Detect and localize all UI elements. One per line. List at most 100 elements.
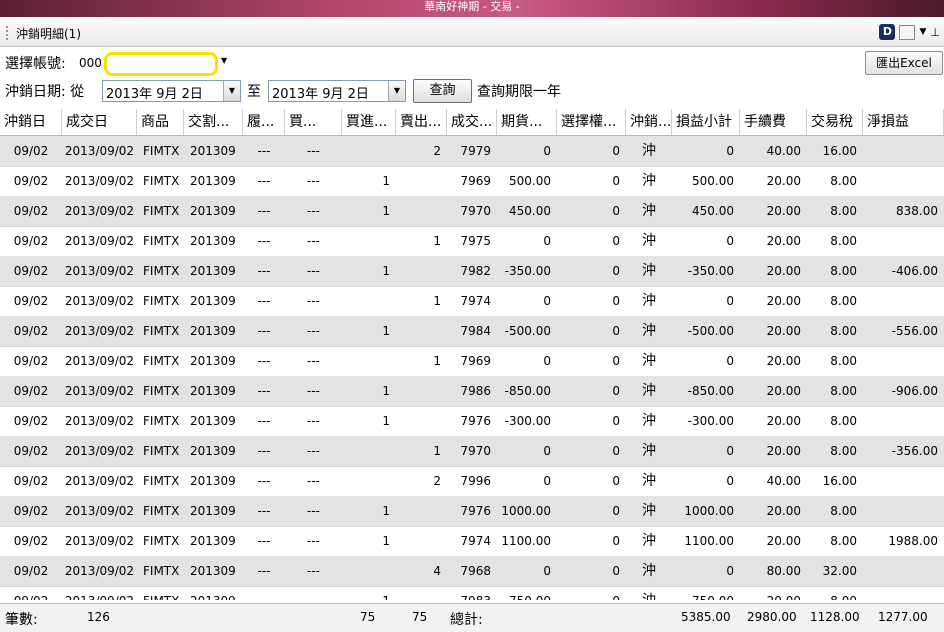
table-row[interactable]: 09/02 2013/09/02 FIMTX 201309 --- --- 1 7974 110…: [0, 526, 944, 557]
table-row[interactable]: 09/02 2013/09/02 FIMTX 201309 --- --- 1 7976 -30…: [0, 406, 944, 437]
column-header-fee[interactable]: 手續費: [740, 109, 807, 135]
cell-trade-date: 2013/09/02: [64, 444, 135, 458]
table-row[interactable]: 09/02 2013/09/02 FIMTX 201309 --- --- 1 7986 -85…: [0, 376, 944, 407]
account-highlight: [104, 52, 218, 76]
cell-option-pnl: 0: [557, 586, 626, 600]
export-excel-button[interactable]: 匯出Excel: [865, 51, 943, 75]
cell-net-pnl: -556.00: [891, 324, 938, 338]
cell-option-pnl: 0: [612, 144, 620, 158]
cell-buy-qty: 1: [382, 324, 390, 338]
account-select[interactable]: 000 ▼: [79, 52, 229, 76]
dropdown-arrow-icon[interactable]: ▼: [919, 27, 926, 37]
cell-buy-qty: 1: [382, 264, 390, 278]
query-button[interactable]: 查詢: [413, 79, 472, 103]
table-row[interactable]: 09/02 2013/09/02 FIMTX 201309 --- --- 2 7996 0 0 沖…: [0, 466, 944, 497]
cell-option-pnl: 0: [612, 504, 620, 518]
cell-trade-price: 7986: [460, 384, 491, 398]
drag-grip-icon[interactable]: [6, 26, 8, 40]
cell-fulfil: ---: [257, 564, 271, 578]
cell-delivery-month: 201309: [190, 444, 236, 458]
cell-offset-flag: 沖: [642, 143, 656, 159]
cell-tax: 8.00: [830, 174, 857, 188]
cell-futures-pnl: -500.00: [504, 324, 551, 338]
column-header-futures-pnl[interactable]: 期貨...: [497, 109, 557, 135]
cell-sell-qty: [396, 586, 447, 600]
cell-futures-pnl: 1100.00: [501, 534, 551, 548]
cell-buy-sell: ---: [307, 564, 320, 578]
column-header-settle-date[interactable]: 沖銷日: [0, 109, 62, 135]
cell-pnl-subtotal: 1100.00: [684, 534, 734, 548]
cell-tax: 8.00: [807, 586, 863, 600]
column-header-product[interactable]: 商品: [137, 109, 184, 135]
column-header-tax[interactable]: 交易稅: [807, 109, 863, 135]
cell-net-pnl: [863, 166, 944, 196]
column-header-sell-qty[interactable]: 賣出...: [396, 109, 447, 135]
column-header-buy-sell[interactable]: 買...: [285, 109, 342, 135]
cell-trade-date: 2013/09/02: [64, 324, 135, 338]
table-row[interactable]: 09/02 2013/09/02 FIMTX 201309 --- --- 1 7982 -35…: [0, 256, 944, 287]
date-to-picker[interactable]: 2013年 9月 2日 ▼: [268, 80, 406, 102]
table-row[interactable]: 09/02 2013/09/02 FIMTX 201309 --- --- 1 7984 -50…: [0, 316, 944, 347]
table-row[interactable]: 09/022013/09/02FIMTX201309------17983-75…: [0, 586, 944, 600]
cell-net-pnl: [863, 226, 944, 256]
cell-delivery-month: 201309: [184, 586, 243, 600]
cell-trade-price: 7996: [460, 474, 491, 488]
cell-product: FIMTX: [143, 564, 180, 578]
table-row[interactable]: 09/02 2013/09/02 FIMTX 201309 --- --- 1 7974 0 0 沖…: [0, 286, 944, 317]
table-row[interactable]: 09/02 2013/09/02 FIMTX 201309 --- --- 1 7969 500…: [0, 166, 944, 197]
cell-option-pnl: 0: [612, 324, 620, 338]
cell-sell-qty: [396, 376, 447, 406]
cell-fee: 20.00: [766, 264, 801, 278]
cell-tax: 8.00: [830, 414, 857, 428]
cell-offset-flag: 沖: [642, 563, 656, 579]
cell-delivery-month: 201309: [190, 504, 236, 518]
account-dropdown-icon[interactable]: ▼: [221, 56, 227, 65]
panel-header: 沖銷明細(1) D ▼ ⊥: [0, 20, 944, 47]
cell-fulfil: ---: [257, 294, 271, 308]
cell-offset-flag: 沖: [642, 323, 656, 339]
cell-buy-sell: ---: [307, 174, 320, 188]
cell-buy-qty: 1: [382, 504, 390, 518]
table-row[interactable]: 09/02 2013/09/02 FIMTX 201309 --- --- 1 7970 450…: [0, 196, 944, 227]
cell-option-pnl: 0: [612, 354, 620, 368]
date-from-dropdown-icon[interactable]: ▼: [223, 81, 240, 101]
cell-net-pnl: -356.00: [891, 444, 938, 458]
cell-offset-flag: 沖: [642, 473, 656, 489]
cell-pnl-subtotal: 0: [726, 354, 734, 368]
restore-window-icon[interactable]: [899, 24, 916, 40]
table-row[interactable]: 09/02 2013/09/02 FIMTX 201309 --- --- 1 7975 0 0 沖…: [0, 226, 944, 257]
column-header-option-pnl[interactable]: 選擇權...: [557, 109, 626, 135]
cell-fulfil: ---: [243, 586, 285, 600]
date-from-picker[interactable]: 2013年 9月 2日 ▼: [102, 80, 241, 102]
cell-fulfil: ---: [257, 474, 271, 488]
table-row[interactable]: 09/02 2013/09/02 FIMTX 201309 --- --- 1 7970 0 0 沖…: [0, 436, 944, 467]
d-logo-icon[interactable]: D: [879, 24, 896, 40]
cell-futures-pnl: -750.00: [497, 586, 557, 600]
tax-total: 1128.00: [810, 610, 860, 624]
table-row[interactable]: 09/02 2013/09/02 FIMTX 201309 --- --- 1 7969 0 0 沖…: [0, 346, 944, 377]
cell-net-pnl: -406.00: [891, 264, 938, 278]
cell-pnl-subtotal: 500.00: [692, 174, 734, 188]
account-prefix: 000: [79, 56, 102, 70]
table-row[interactable]: 09/02 2013/09/02 FIMTX 201309 --- --- 2 7979 0 0 沖…: [0, 136, 944, 167]
column-header-pnl-subtotal[interactable]: 損益小計: [672, 109, 740, 135]
column-header-buy-qty[interactable]: 買進...: [342, 109, 396, 135]
cell-trade-date: 2013/09/02: [64, 294, 135, 308]
cell-trade-price: 7983: [447, 586, 497, 600]
pin-icon[interactable]: ⊥: [930, 26, 940, 39]
cell-sell-qty: 4: [433, 564, 441, 578]
table-row[interactable]: 09/02 2013/09/02 FIMTX 201309 --- --- 1 7976 100…: [0, 496, 944, 527]
column-header-trade-price[interactable]: 成交...: [447, 109, 497, 135]
column-header-fulfil[interactable]: 履...: [243, 109, 285, 135]
table-row[interactable]: 09/02 2013/09/02 FIMTX 201309 --- --- 4 7968 0 0 沖…: [0, 556, 944, 587]
cell-fulfil: ---: [257, 534, 271, 548]
column-header-delivery-month[interactable]: 交割...: [184, 109, 243, 135]
column-header-net-pnl[interactable]: 淨損益: [863, 109, 944, 135]
date-to-dropdown-icon[interactable]: ▼: [388, 81, 405, 101]
cell-delivery-month: 201309: [190, 474, 236, 488]
column-header-offset-flag[interactable]: 沖銷...: [626, 109, 672, 135]
cell-option-pnl: 0: [612, 204, 620, 218]
column-header-trade-date[interactable]: 成交日: [62, 109, 137, 135]
cell-fulfil: ---: [257, 504, 271, 518]
cell-sell-qty: 2: [433, 474, 441, 488]
